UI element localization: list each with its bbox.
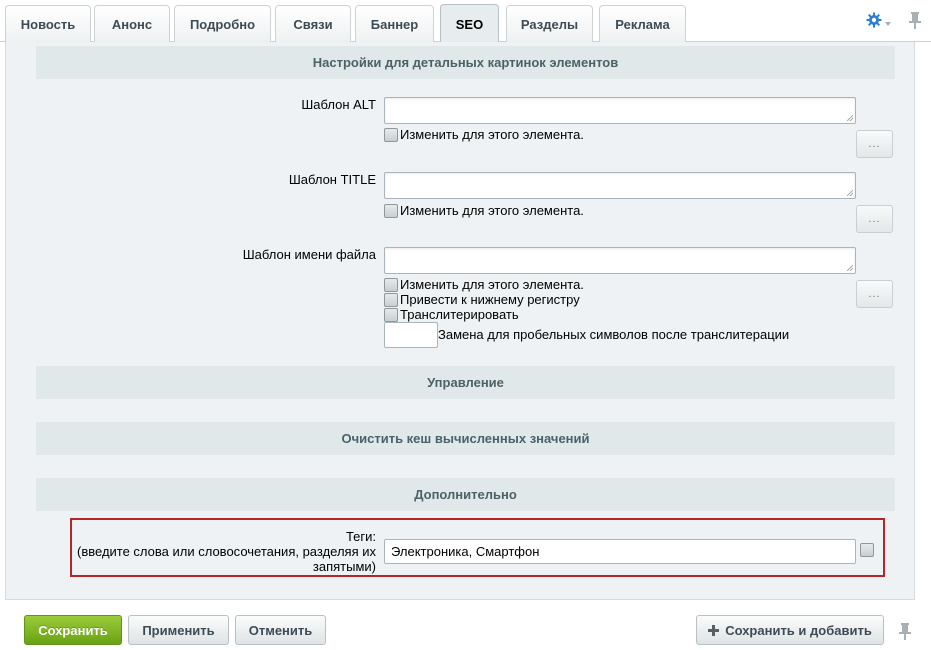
title-template-label: Шаблон TITLE: [288, 172, 376, 187]
section-clear-cache[interactable]: Очистить кеш вычисленных значений: [36, 422, 895, 455]
space-replace-label: Замена для пробельных символов после тра…: [438, 327, 790, 342]
file-insert-button[interactable]: ...: [856, 280, 893, 308]
space-replace-input[interactable]: [384, 322, 438, 348]
tab-ads[interactable]: Реклама: [599, 5, 686, 42]
alt-change-row: Изменить для этого элемента.: [384, 127, 584, 142]
section-management[interactable]: Управление: [36, 366, 895, 399]
tags-checkbox[interactable]: [860, 543, 874, 557]
tab-news[interactable]: Новость: [5, 5, 91, 42]
tab-sections[interactable]: Разделы: [506, 5, 593, 42]
file-change-label: Изменить для этого элемента.: [400, 277, 584, 292]
title-change-checkbox[interactable]: [384, 203, 398, 218]
tab-details[interactable]: Подробно: [174, 5, 271, 42]
pin-icon[interactable]: [898, 621, 912, 641]
title-template-textarea[interactable]: [384, 172, 856, 199]
file-name-template-label: Шаблон имени файла: [242, 247, 376, 262]
file-change-row: Изменить для этого элемента.: [384, 277, 584, 292]
gear-icon: [866, 12, 882, 31]
lowercase-label: Привести к нижнему регистру: [400, 292, 580, 307]
tab-bar: Новость Анонс Подробно Связи Баннер SEO …: [0, 0, 931, 43]
title-change-label: Изменить для этого элемента.: [400, 203, 584, 218]
tags-label-line1: Теги:: [345, 529, 376, 544]
save-button[interactable]: Сохранить: [24, 615, 122, 645]
alt-insert-button[interactable]: ...: [856, 130, 893, 158]
title-insert-button[interactable]: ...: [856, 205, 893, 233]
tags-label-line3: запятыми): [312, 559, 376, 574]
tags-label: Теги: (введите слова или словосочетания,…: [74, 529, 376, 574]
alt-change-checkbox[interactable]: [384, 127, 398, 142]
apply-button[interactable]: Применить: [128, 615, 229, 645]
tab-announce[interactable]: Анонс: [94, 5, 170, 42]
chevron-down-icon: [885, 14, 891, 29]
save-and-add-button[interactable]: Сохранить и добавить: [696, 615, 884, 645]
tags-label-line2: (введите слова или словосочетания, разде…: [77, 544, 376, 559]
lowercase-checkbox[interactable]: [384, 292, 398, 307]
plus-icon: [708, 624, 720, 636]
section-additional-heading: Дополнительно: [36, 478, 895, 511]
alt-template-label: Шаблон ALT: [301, 97, 376, 112]
cancel-button[interactable]: Отменить: [235, 615, 326, 645]
alt-template-textarea[interactable]: [384, 97, 856, 124]
transliterate-row: Транслитерировать: [384, 307, 519, 322]
lowercase-row: Привести к нижнему регистру: [384, 292, 580, 307]
transliterate-label: Транслитерировать: [400, 307, 519, 322]
settings-menu-button[interactable]: [866, 11, 894, 31]
file-name-template-textarea[interactable]: [384, 247, 856, 274]
pin-icon[interactable]: [908, 10, 922, 30]
alt-change-label: Изменить для этого элемента.: [400, 127, 584, 142]
tab-banner[interactable]: Баннер: [355, 5, 434, 42]
section-detail-images-heading: Настройки для детальных картинок элемент…: [36, 46, 895, 79]
tags-input[interactable]: Электроника, Смартфон: [384, 539, 856, 564]
title-change-row: Изменить для этого элемента.: [384, 203, 584, 218]
tab-links[interactable]: Связи: [275, 5, 351, 42]
file-change-checkbox[interactable]: [384, 277, 398, 292]
transliterate-checkbox[interactable]: [384, 307, 398, 322]
tab-seo[interactable]: SEO: [440, 4, 499, 43]
tags-checkbox-wrap: [860, 543, 876, 557]
save-and-add-label: Сохранить и добавить: [725, 622, 872, 638]
